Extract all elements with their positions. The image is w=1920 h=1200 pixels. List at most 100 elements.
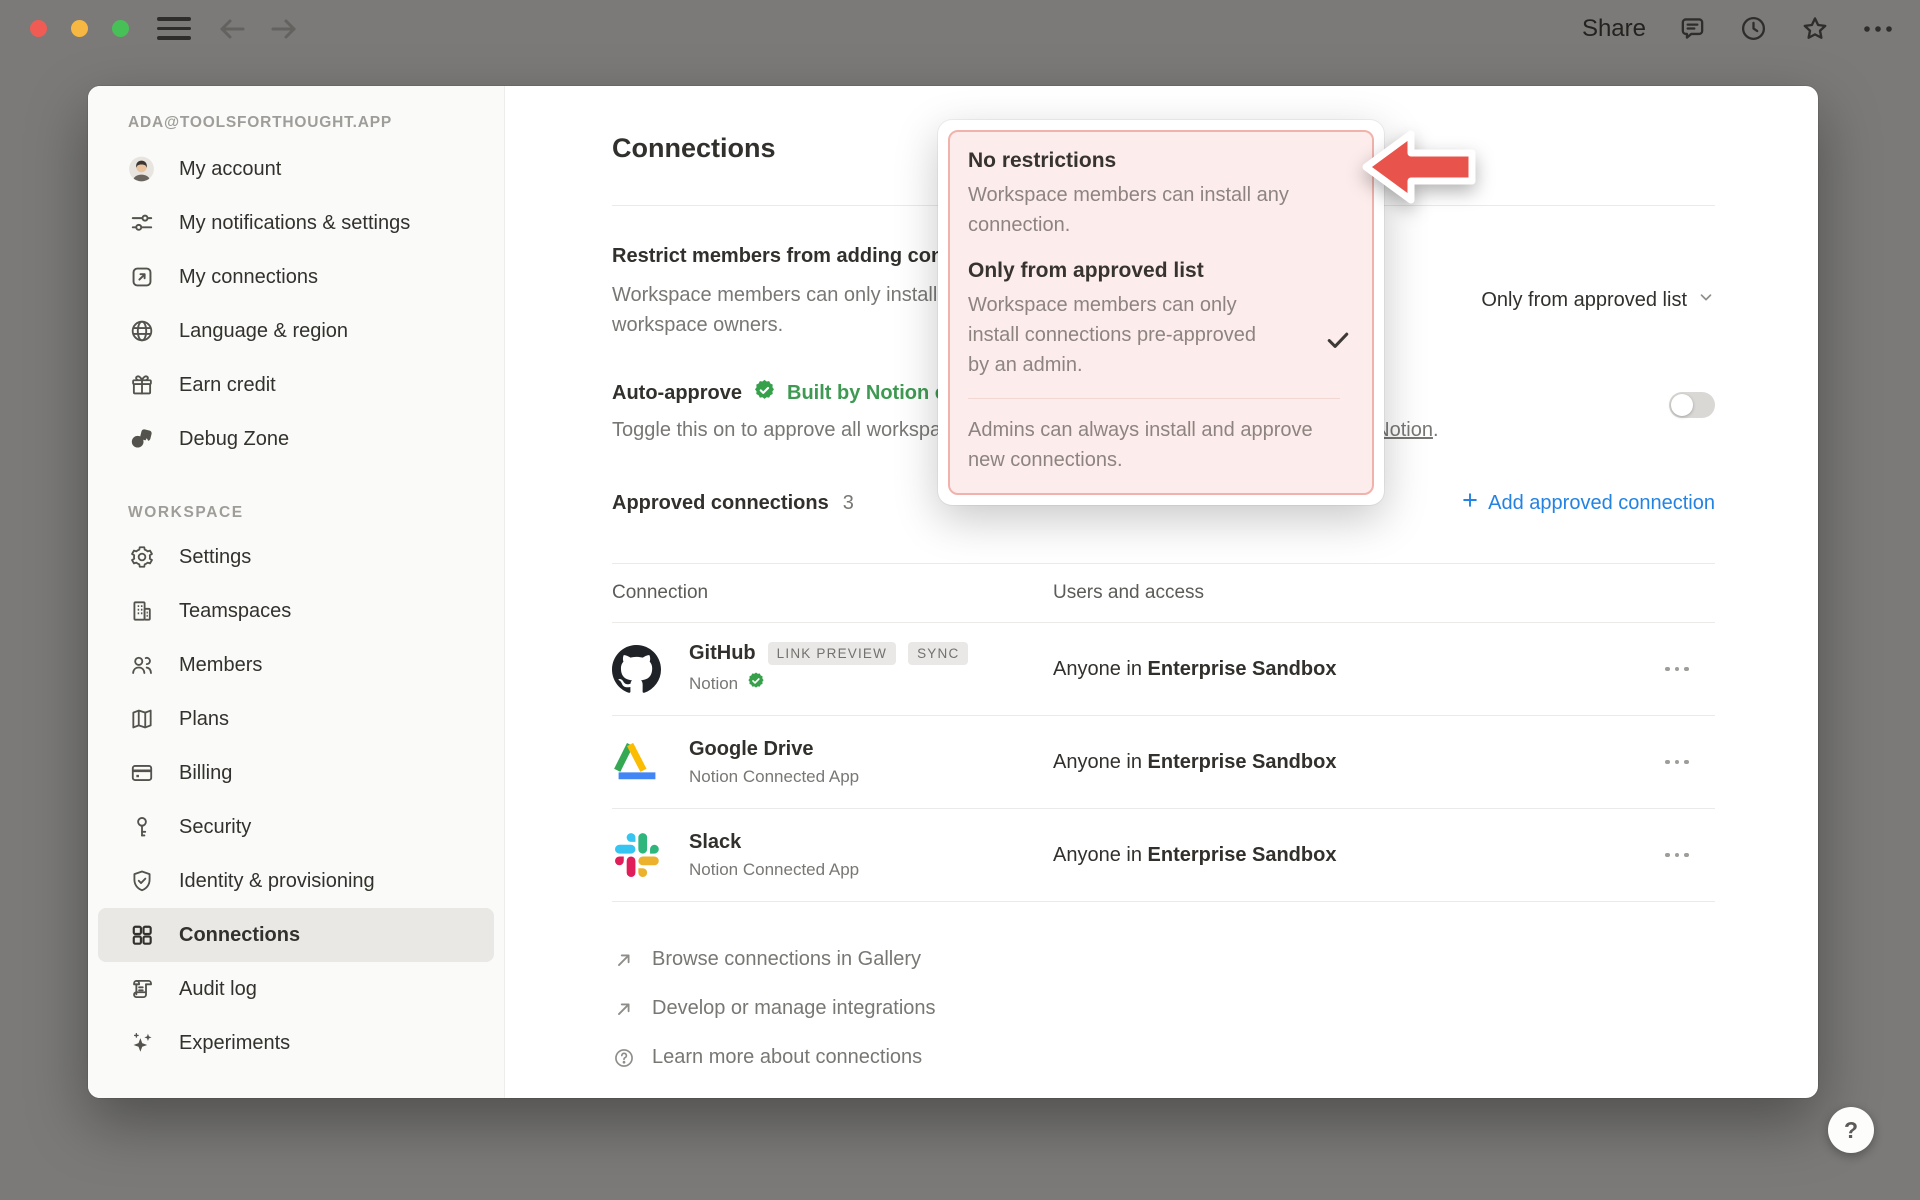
approved-connections-label: Approved connections [612,492,829,515]
help-button[interactable]: ? [1828,1107,1874,1153]
sidebar-item-label: Identity & provisioning [179,870,375,893]
sidebar-item-settings[interactable]: Settings [98,530,494,584]
question-circle-icon [612,1047,636,1069]
column-header-users-access: Users and access [1053,582,1715,604]
forward-icon[interactable] [269,15,299,43]
minimize-window-button[interactable] [71,20,88,37]
table-row: GitHub LINK PREVIEW SYNC Notion A [612,623,1715,716]
sidebar-item-experiments[interactable]: Experiments [98,1016,494,1070]
sidebar-item-label: Audit log [179,978,257,1001]
annotation-arrow-icon [1360,128,1478,215]
sidebar-item-my-connections[interactable]: My connections [98,250,494,304]
row-more-options-icon[interactable] [1663,754,1691,771]
account-email: ADA@TOOLSFORTHOUGHT.APP [88,114,504,142]
sidebar-item-language-region[interactable]: Language & region [98,304,494,358]
sidebar-item-billing[interactable]: Billing [98,746,494,800]
arrow-up-right-icon [612,949,636,971]
sidebar-item-label: My notifications & settings [179,212,410,235]
comments-icon[interactable] [1678,14,1707,43]
access-text: Anyone in Enterprise Sandbox [1053,844,1336,867]
develop-integrations-link[interactable]: Develop or manage integrations [612,997,1715,1020]
building-icon [128,598,155,625]
option-description: Workspace members can install any connec… [968,180,1304,240]
access-text: Anyone in Enterprise Sandbox [1053,751,1336,774]
plus-icon [1460,490,1480,516]
connection-name: GitHub [689,642,756,665]
sidebar-item-earn-credit[interactable]: Earn credit [98,358,494,412]
add-approved-connection-button[interactable]: Add approved connection [1460,490,1715,516]
settings-sidebar: ADA@TOOLSFORTHOUGHT.APP My account My no… [88,86,505,1098]
arrow-up-right-icon [612,998,636,1020]
grid-icon [128,922,155,949]
chevron-down-icon [1697,288,1715,312]
option-only-from-approved-list[interactable]: Only from approved list Workspace member… [968,258,1354,380]
people-icon [128,652,155,679]
titlebar: Share [0,0,1920,57]
github-logo-icon [612,645,661,694]
workspace-section-label: WORKSPACE [128,504,504,522]
sidebar-item-security[interactable]: Security [98,800,494,854]
sparkles-icon [128,1030,155,1057]
gear-icon [128,544,155,571]
favorite-star-icon[interactable] [1800,14,1830,44]
sidebar-item-label: Debug Zone [179,428,289,451]
credit-card-icon [128,760,155,787]
sidebar-item-label: My account [179,158,281,181]
popup-footer-note: Admins can always install and approve ne… [968,398,1340,475]
sidebar-item-teamspaces[interactable]: Teamspaces [98,584,494,638]
sidebar-item-label: Plans [179,708,229,731]
connections-table: Connection Users and access GitHub LINK … [612,563,1715,902]
sidebar-item-connections[interactable]: Connections [98,908,494,962]
sidebar-item-label: Earn credit [179,374,276,397]
close-window-button[interactable] [30,20,47,37]
sidebar-item-audit-log[interactable]: Audit log [98,962,494,1016]
auto-approve-toggle[interactable] [1669,392,1715,418]
share-button[interactable]: Share [1582,15,1646,43]
option-description: Workspace members can only install conne… [968,290,1280,380]
sidebar-item-my-account[interactable]: My account [98,142,494,196]
shapes-icon [128,426,155,453]
sidebar-item-label: Security [179,816,251,839]
sidebar-item-label: My connections [179,266,318,289]
menu-icon[interactable] [157,17,191,39]
row-more-options-icon[interactable] [1663,661,1691,678]
window-controls [30,20,129,37]
table-row: Google Drive Notion Connected App Anyone… [612,716,1715,809]
option-title: Only from approved list [968,258,1354,284]
access-text: Anyone in Enterprise Sandbox [1053,658,1336,681]
sliders-icon [128,210,155,237]
sidebar-item-notifications-settings[interactable]: My notifications & settings [98,196,494,250]
verified-shield-icon [746,671,766,696]
zoom-window-button[interactable] [112,20,129,37]
globe-icon [128,318,155,345]
approved-connections-count: 3 [843,492,854,515]
verified-shield-icon [752,378,777,408]
sidebar-item-label: Teamspaces [179,600,291,623]
sidebar-item-label: Settings [179,546,251,569]
browse-gallery-link[interactable]: Browse connections in Gallery [612,948,1715,971]
table-row: Slack Notion Connected App Anyone in Ent… [612,809,1715,902]
sidebar-item-identity-provisioning[interactable]: Identity & provisioning [98,854,494,908]
option-no-restrictions[interactable]: No restrictions Workspace members can in… [968,148,1354,240]
sidebar-item-plans[interactable]: Plans [98,692,494,746]
dropdown-selected-value: Only from approved list [1481,289,1687,312]
more-options-icon[interactable] [1862,24,1894,34]
toggle-knob [1671,394,1693,416]
sync-badge: SYNC [908,642,968,665]
restrict-members-dropdown[interactable]: Only from approved list [1481,288,1715,312]
slack-logo-icon [612,831,661,880]
arrow-up-right-square-icon [128,264,155,291]
map-icon [128,706,155,733]
row-more-options-icon[interactable] [1663,847,1691,864]
sidebar-item-debug-zone[interactable]: Debug Zone [98,412,494,466]
sidebar-item-label: Language & region [179,320,348,343]
column-header-connection: Connection [612,582,1053,604]
checkmark-icon [1324,326,1352,359]
sidebar-item-members[interactable]: Members [98,638,494,692]
gift-icon [128,372,155,399]
history-icon[interactable] [1739,14,1768,43]
learn-more-link[interactable]: Learn more about connections [612,1046,1715,1069]
restriction-dropdown-popup: No restrictions Workspace members can in… [938,120,1384,505]
back-icon[interactable] [217,15,247,43]
connection-subtitle: Notion Connected App [689,767,859,787]
